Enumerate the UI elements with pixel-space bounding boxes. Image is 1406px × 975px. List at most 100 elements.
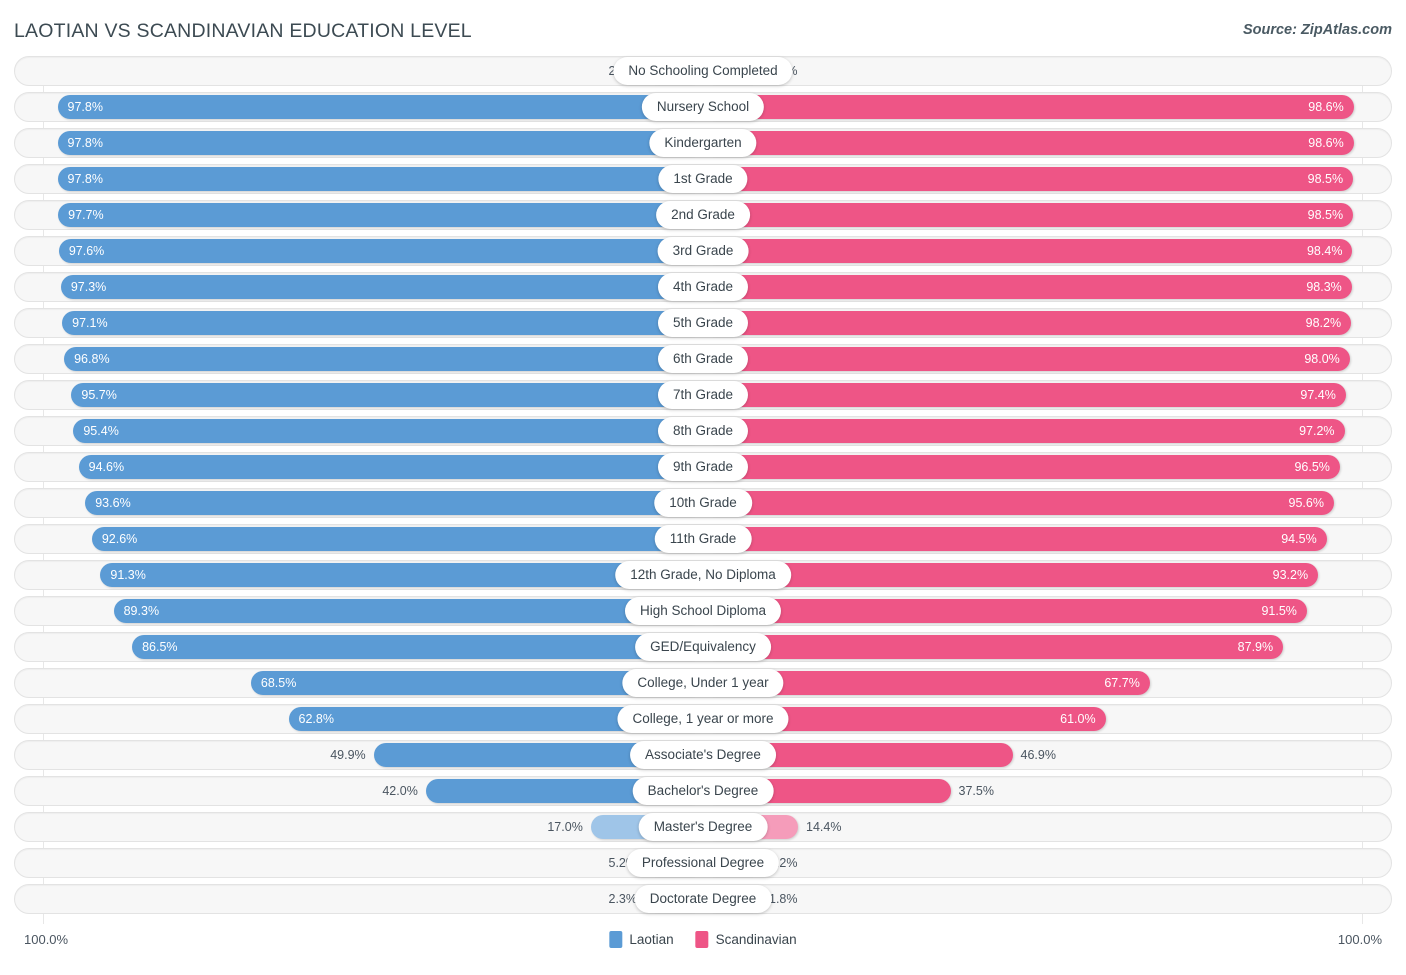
bar-scandinavian[interactable]: 98.6%	[703, 131, 1354, 155]
category-label[interactable]: College, Under 1 year	[622, 669, 784, 697]
bar-scandinavian[interactable]: 98.0%	[703, 347, 1350, 371]
legend-item[interactable]: Laotian	[609, 931, 674, 948]
bar-scandinavian[interactable]: 87.9%	[703, 635, 1284, 659]
category-label[interactable]: 4th Grade	[657, 273, 749, 301]
bar-row[interactable]: 91.3% 93.2% 12th Grade, No Diploma	[14, 560, 1392, 590]
bar-value-scandinavian: 94.5%	[1281, 532, 1317, 546]
bar-scandinavian[interactable]: 98.5%	[703, 167, 1354, 191]
category-label[interactable]: College, 1 year or more	[617, 705, 789, 733]
bar-scandinavian[interactable]: 98.2%	[703, 311, 1352, 335]
category-label[interactable]: 9th Grade	[657, 453, 749, 481]
bar-laotian[interactable]: 95.4%	[73, 419, 703, 443]
category-label[interactable]: Professional Degree	[626, 849, 780, 877]
bar-row[interactable]: 97.1% 98.2% 5th Grade	[14, 308, 1392, 338]
category-label[interactable]: Bachelor's Degree	[632, 777, 774, 805]
bar-row[interactable]: 92.6% 94.5% 11th Grade	[14, 524, 1392, 554]
legend-item[interactable]: Scandinavian	[695, 931, 797, 948]
page-title: LAOTIAN VS SCANDINAVIAN EDUCATION LEVEL	[14, 20, 472, 42]
bar-laotian[interactable]: 97.8%	[57, 95, 703, 119]
bar-laotian[interactable]: 96.8%	[64, 347, 703, 371]
bar-row[interactable]: 97.7% 98.5% 2nd Grade	[14, 200, 1392, 230]
source-attribution: Source: ZipAtlas.com	[1242, 22, 1392, 38]
bar-scandinavian[interactable]: 97.4%	[703, 383, 1346, 407]
category-label[interactable]: Associate's Degree	[630, 741, 776, 769]
bar-laotian[interactable]: 97.6%	[58, 239, 703, 263]
bar-row[interactable]: 95.7% 97.4% 7th Grade	[14, 380, 1392, 410]
bar-value-laotian: 97.1%	[72, 316, 108, 330]
bar-scandinavian[interactable]: 93.2%	[703, 563, 1319, 587]
bar-scandinavian[interactable]: 98.4%	[703, 239, 1353, 263]
bar-row[interactable]: 93.6% 95.6% 10th Grade	[14, 488, 1392, 518]
bar-row[interactable]: 2.2%1.5%No Schooling Completed	[14, 56, 1392, 86]
category-label[interactable]: 10th Grade	[654, 489, 752, 517]
bar-laotian[interactable]: 92.6%	[91, 527, 703, 551]
bar-row[interactable]: 97.8% 98.6% Nursery School	[14, 92, 1392, 122]
category-label[interactable]: 6th Grade	[657, 345, 749, 373]
bar-laotian[interactable]: 91.3%	[100, 563, 703, 587]
bar-value-laotian: 2.3%	[608, 892, 638, 906]
bar-row[interactable]: 95.4% 97.2% 8th Grade	[14, 416, 1392, 446]
bar-scandinavian[interactable]: 96.5%	[703, 455, 1340, 479]
bar-value-laotian: 97.7%	[68, 208, 104, 222]
bar-laotian[interactable]: 97.3%	[60, 275, 703, 299]
bar-value-scandinavian: 46.9%	[1020, 748, 1056, 762]
bar-row[interactable]: 86.5% 87.9% GED/Equivalency	[14, 632, 1392, 662]
bar-value-laotian: 89.3%	[123, 604, 160, 618]
bar-scandinavian[interactable]: 97.2%	[703, 419, 1345, 443]
bar-scandinavian[interactable]: 98.5%	[703, 203, 1354, 227]
bar-row[interactable]: 89.3% 91.5% High School Diploma	[14, 596, 1392, 626]
bar-laotian[interactable]: 89.3%	[113, 599, 703, 623]
bar-scandinavian[interactable]: 94.5%	[703, 527, 1327, 551]
bar-laotian[interactable]: 97.1%	[62, 311, 703, 335]
bar-scandinavian[interactable]: 95.6%	[703, 491, 1334, 515]
bar-row[interactable]: 97.8% 98.6% Kindergarten	[14, 128, 1392, 158]
bar-laotian[interactable]: 97.8%	[57, 167, 703, 191]
category-label[interactable]: 5th Grade	[657, 309, 749, 337]
chart-footer: 100.0% Laotian Scandinavian 100.0%	[14, 924, 1392, 958]
category-label[interactable]: 11th Grade	[654, 525, 752, 553]
bar-laotian[interactable]: 97.7%	[58, 203, 703, 227]
bar-laotian[interactable]: 86.5%	[132, 635, 703, 659]
category-label[interactable]: 3rd Grade	[657, 237, 749, 265]
category-label[interactable]: 8th Grade	[657, 417, 749, 445]
bar-row[interactable]: 17.0% 14.4% Master's Degree	[14, 812, 1392, 842]
category-label[interactable]: 7th Grade	[657, 381, 749, 409]
bar-value-laotian: 68.5%	[260, 676, 297, 690]
category-label[interactable]: 2nd Grade	[656, 201, 750, 229]
bar-value-scandinavian: 91.5%	[1261, 604, 1297, 618]
category-label[interactable]: 1st Grade	[658, 165, 748, 193]
bar-value-scandinavian: 61.0%	[1060, 712, 1096, 726]
legend-label: Laotian	[629, 932, 674, 947]
bar-laotian[interactable]: 94.6%	[78, 455, 703, 479]
bar-scandinavian[interactable]: 91.5%	[703, 599, 1307, 623]
bar-laotian[interactable]: 97.8%	[57, 131, 703, 155]
bar-laotian[interactable]: 93.6%	[85, 491, 703, 515]
bar-scandinavian[interactable]: 98.3%	[703, 275, 1352, 299]
bar-row[interactable]: 68.5% 67.7% College, Under 1 year	[14, 668, 1392, 698]
category-label[interactable]: High School Diploma	[624, 597, 782, 625]
category-label[interactable]: Nursery School	[641, 93, 765, 121]
bar-row[interactable]: 97.8% 98.5% 1st Grade	[14, 164, 1392, 194]
bar-value-laotian: 97.8%	[67, 136, 103, 150]
bar-row[interactable]: 97.3% 98.3% 4th Grade	[14, 272, 1392, 302]
bar-row[interactable]: 97.6% 98.4% 3rd Grade	[14, 236, 1392, 266]
bar-row[interactable]: 2.3% 1.8% Doctorate Degree	[14, 884, 1392, 914]
bar-row[interactable]: 49.9% 46.9% Associate's Degree	[14, 740, 1392, 770]
bar-value-laotian: 95.4%	[83, 424, 119, 438]
bar-laotian[interactable]: 95.7%	[71, 383, 703, 407]
category-label[interactable]: No Schooling Completed	[613, 57, 793, 85]
category-label[interactable]: 12th Grade, No Diploma	[615, 561, 791, 589]
bar-row[interactable]: 42.0% 37.5% Bachelor's Degree	[14, 776, 1392, 806]
category-label[interactable]: GED/Equivalency	[635, 633, 771, 661]
bar-row[interactable]: 5.2% 4.2% Professional Degree	[14, 848, 1392, 878]
bar-row[interactable]: 62.8% 61.0% College, 1 year or more	[14, 704, 1392, 734]
bar-value-laotian: 97.6%	[68, 244, 105, 258]
category-label[interactable]: Doctorate Degree	[634, 885, 772, 913]
category-label[interactable]: Kindergarten	[649, 129, 757, 157]
bar-scandinavian[interactable]: 98.6%	[703, 95, 1354, 119]
bar-value-laotian: 96.8%	[74, 352, 110, 366]
legend-label: Scandinavian	[715, 932, 797, 947]
category-label[interactable]: Master's Degree	[638, 813, 768, 841]
bar-row[interactable]: 96.8% 98.0% 6th Grade	[14, 344, 1392, 374]
bar-row[interactable]: 94.6% 96.5% 9th Grade	[14, 452, 1392, 482]
